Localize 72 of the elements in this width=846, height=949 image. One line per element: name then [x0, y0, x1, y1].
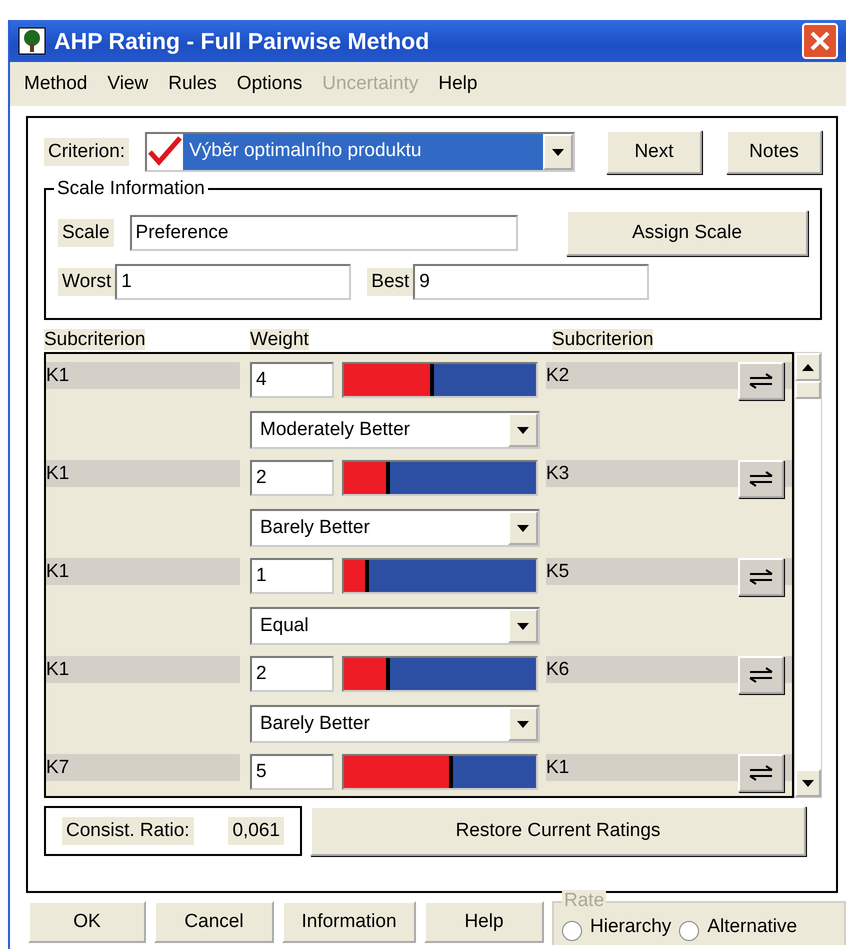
- criterion-label: Criterion:: [44, 138, 130, 166]
- swap-icon: [748, 667, 774, 683]
- dropdown-arrow-icon: [517, 426, 529, 434]
- rating-dropdown[interactable]: Moderately Better: [250, 411, 540, 449]
- column-header: Subcriterion: [552, 329, 654, 350]
- swap-icon: [748, 471, 774, 487]
- swap-icon: [748, 765, 774, 781]
- rating-dropdown[interactable]: Equal: [250, 607, 540, 645]
- restore-ratings-button[interactable]: Restore Current Ratings: [310, 806, 806, 856]
- scale-field[interactable]: Preference: [130, 215, 518, 251]
- scale-label: Scale: [58, 218, 114, 248]
- criterion-dropdown[interactable]: Výběr optimalního produktu: [145, 132, 576, 172]
- top-button[interactable]: Next: [606, 130, 702, 174]
- swap-button[interactable]: [738, 362, 784, 400]
- subcriterion-label: K1: [46, 558, 240, 585]
- dropdown-arrow-icon: [517, 720, 529, 728]
- best-field[interactable]: 9: [413, 264, 650, 300]
- radio-button[interactable]: [562, 921, 582, 941]
- rating-dropdown[interactable]: Barely Better: [250, 509, 540, 547]
- window-title: AHP Rating - Full Pairwise Method: [54, 26, 430, 56]
- weight-slider[interactable]: [342, 460, 538, 496]
- weight-slider[interactable]: [342, 558, 538, 594]
- dropdown-arrow-icon: [517, 524, 529, 532]
- close-icon: [809, 30, 831, 52]
- dialog-button[interactable]: OK: [28, 901, 146, 943]
- close-button[interactable]: [802, 23, 838, 59]
- worst-field[interactable]: 1: [115, 264, 352, 300]
- swap-button[interactable]: [738, 754, 784, 792]
- menu-item[interactable]: Options: [226, 70, 312, 98]
- scrollbar[interactable]: [794, 352, 822, 798]
- subcriterion-label: K1: [46, 656, 240, 683]
- scroll-down-icon: [802, 780, 814, 786]
- radio-label: Alternative: [707, 914, 798, 938]
- dialog-button[interactable]: Help: [424, 901, 544, 943]
- weight-slider[interactable]: [342, 656, 538, 692]
- top-button[interactable]: Notes: [726, 130, 822, 174]
- column-header: Weight: [250, 329, 309, 350]
- weight-slider[interactable]: [342, 362, 538, 398]
- swap-button[interactable]: [738, 460, 784, 498]
- swap-button[interactable]: [738, 558, 784, 596]
- radio-button[interactable]: [679, 921, 700, 941]
- weight-field[interactable]: 5: [250, 754, 334, 790]
- subcriterion-label: K1: [46, 460, 240, 487]
- consistency-ratio-label: Consist. Ratio:: [62, 816, 194, 846]
- weight-field[interactable]: 2: [250, 656, 334, 692]
- menu-item[interactable]: Rules: [158, 70, 227, 98]
- dialog-button[interactable]: Information: [282, 901, 416, 943]
- consistency-ratio-value: 0,061: [228, 816, 284, 846]
- swap-icon: [748, 569, 774, 585]
- weight-field[interactable]: 4: [250, 362, 334, 398]
- dropdown-arrow-icon: [517, 622, 529, 630]
- weight-slider[interactable]: [342, 754, 538, 790]
- menu-item[interactable]: Method: [14, 70, 98, 98]
- weight-field[interactable]: 2: [250, 460, 334, 496]
- column-header: Subcriterion: [44, 329, 146, 350]
- subcriterion-label: K7: [46, 754, 240, 781]
- scroll-up-icon: [802, 364, 814, 370]
- subcriterion-label: K1: [46, 362, 240, 389]
- weight-field[interactable]: 1: [250, 558, 334, 594]
- radio-label: Hierarchy: [590, 914, 672, 938]
- scroll-thumb[interactable]: [795, 381, 821, 399]
- dropdown-arrow-icon: [552, 148, 564, 156]
- assign-scale-button[interactable]: Assign Scale: [566, 210, 808, 256]
- worst-label: Worst: [58, 268, 116, 296]
- best-label: Best: [367, 268, 414, 296]
- swap-icon: [748, 373, 774, 389]
- tree-icon: [18, 27, 46, 55]
- dialog-button[interactable]: Cancel: [154, 901, 274, 943]
- rating-dropdown[interactable]: Barely Better: [250, 705, 540, 743]
- menu-item[interactable]: View: [97, 70, 158, 98]
- swap-button[interactable]: [738, 656, 784, 694]
- menu-item[interactable]: Help: [428, 70, 488, 98]
